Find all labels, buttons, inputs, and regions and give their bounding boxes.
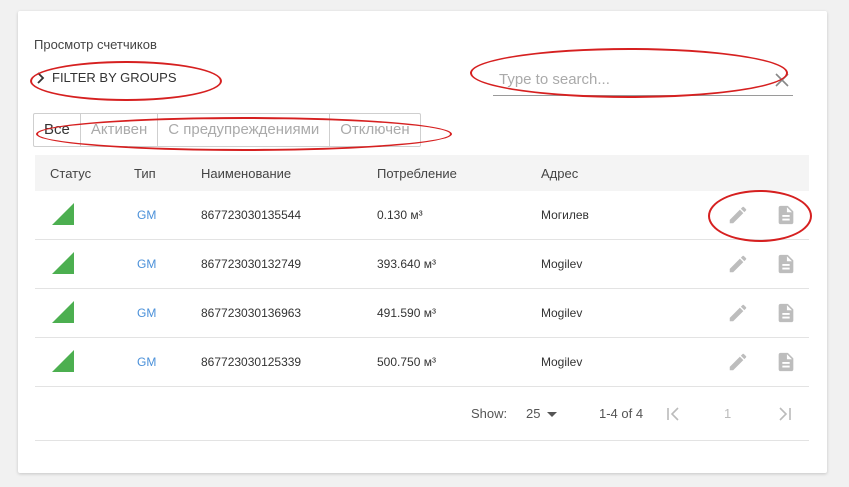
meter-address: Mogilev <box>541 306 583 320</box>
meter-consumption: 0.130 м³ <box>377 208 423 222</box>
type-link[interactable]: GM <box>137 306 156 320</box>
meter-address: Могилев <box>541 208 589 222</box>
range-label: 1-4 of 4 <box>599 406 644 421</box>
meter-address: Mogilev <box>541 257 583 271</box>
page-size-value: 25 <box>526 406 541 421</box>
meter-name: 867723030132749 <box>201 257 302 271</box>
status-triangle-icon <box>52 350 74 372</box>
show-label: Show: <box>471 406 508 421</box>
first-page-icon[interactable] <box>665 405 683 423</box>
dropdown-arrow-icon <box>547 411 558 417</box>
edit-icon[interactable] <box>727 253 749 275</box>
document-icon[interactable] <box>775 204 797 226</box>
table-row[interactable]: GM 867723030136963 491.590 м³ Mogilev <box>35 289 809 338</box>
search-input[interactable] <box>493 65 759 93</box>
status-triangle-icon <box>52 203 74 225</box>
type-link[interactable]: GM <box>137 355 156 369</box>
column-type[interactable]: Тип <box>134 166 156 181</box>
document-icon[interactable] <box>775 253 797 275</box>
type-link[interactable]: GM <box>137 208 156 222</box>
table-header: Статус Тип Наименование Потребление Адре… <box>35 155 809 191</box>
segment-warnings[interactable]: С предупреждениями <box>157 114 329 146</box>
column-name[interactable]: Наименование <box>201 166 291 181</box>
meter-consumption: 393.640 м³ <box>377 257 436 271</box>
last-page-icon[interactable] <box>775 405 793 423</box>
meter-consumption: 491.590 м³ <box>377 306 436 320</box>
edit-icon[interactable] <box>727 204 749 226</box>
filter-by-groups-toggle[interactable]: FILTER BY GROUPS <box>34 70 177 85</box>
edit-icon[interactable] <box>727 351 749 373</box>
table-footer: Show: 25 1-4 of 4 1 <box>35 396 809 441</box>
search-box <box>493 65 793 96</box>
meter-name: 867723030125339 <box>201 355 302 369</box>
edit-icon[interactable] <box>727 302 749 324</box>
page-number[interactable]: 1 <box>724 406 731 421</box>
table-row[interactable]: GM 867723030125339 500.750 м³ Mogilev <box>35 338 809 387</box>
meters-card: Просмотр счетчиков FILTER BY GROUPS Все … <box>18 11 827 473</box>
page-title: Просмотр счетчиков <box>34 37 157 52</box>
page-size-select[interactable]: 25 <box>526 406 559 421</box>
close-icon[interactable] <box>773 71 791 89</box>
chevron-right-icon <box>37 71 45 84</box>
segment-active[interactable]: Активен <box>79 114 157 146</box>
document-icon[interactable] <box>775 302 797 324</box>
meter-name: 867723030135544 <box>201 208 302 222</box>
status-triangle-icon <box>52 252 74 274</box>
segment-disabled[interactable]: Отключен <box>329 114 419 146</box>
filter-label: FILTER BY GROUPS <box>52 70 177 85</box>
document-icon[interactable] <box>775 351 797 373</box>
type-link[interactable]: GM <box>137 257 156 271</box>
meter-consumption: 500.750 м³ <box>377 355 436 369</box>
status-triangle-icon <box>52 301 74 323</box>
table-row[interactable]: GM 867723030135544 0.130 м³ Могилев <box>35 191 809 240</box>
segment-all[interactable]: Все <box>34 114 80 146</box>
meter-address: Mogilev <box>541 355 583 369</box>
column-address[interactable]: Адрес <box>541 166 578 181</box>
column-consumption[interactable]: Потребление <box>377 166 457 181</box>
status-filter-segment: Все Активен С предупреждениями Отключен <box>33 113 421 147</box>
meter-name: 867723030136963 <box>201 306 302 320</box>
table-row[interactable]: GM 867723030132749 393.640 м³ Mogilev <box>35 240 809 289</box>
column-status[interactable]: Статус <box>50 166 91 181</box>
